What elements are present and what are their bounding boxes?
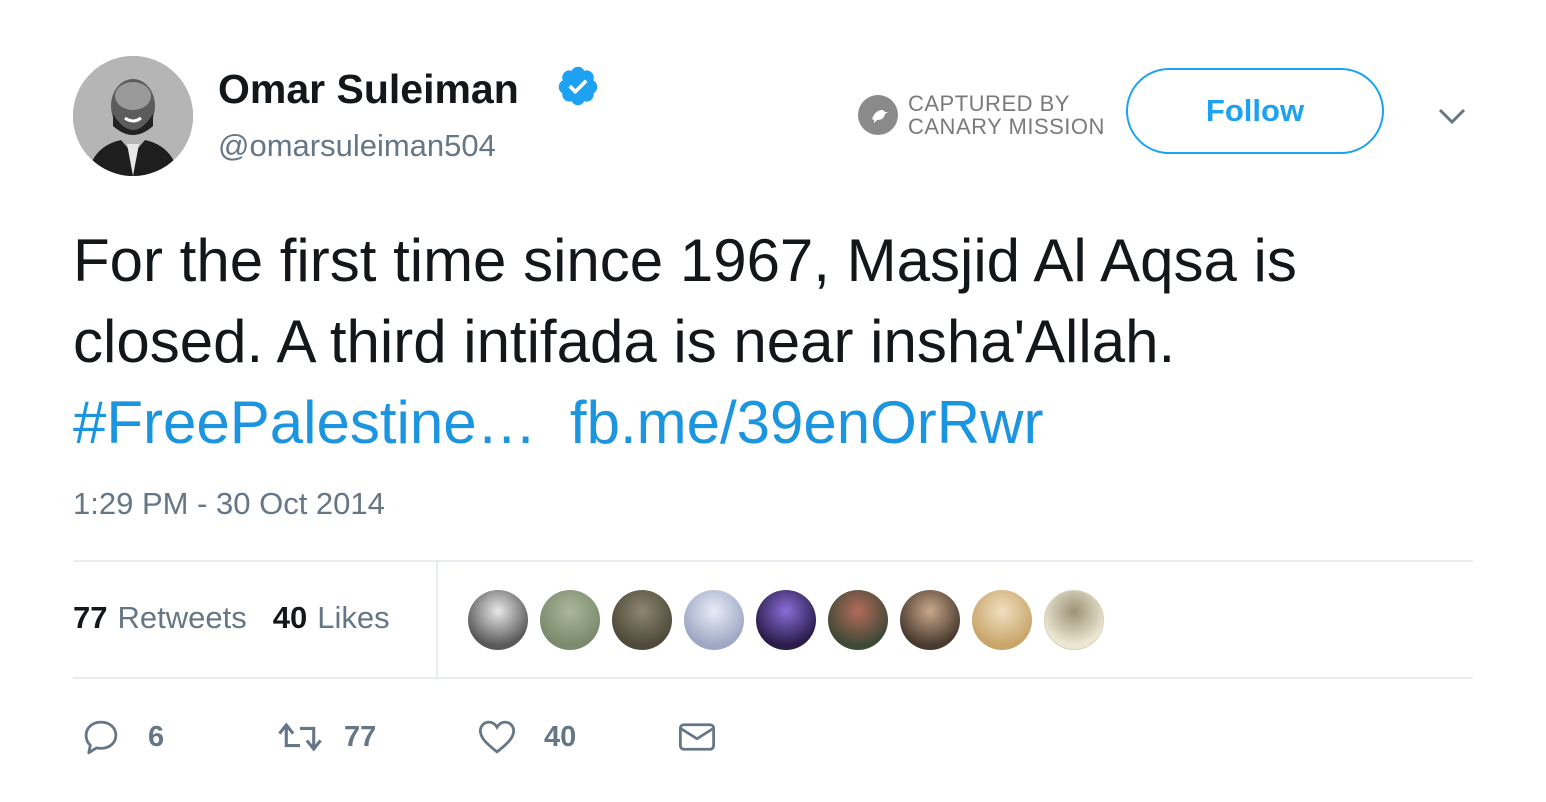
capture-line-2: CANARY MISSION (908, 114, 1105, 139)
tweet-actions: 6 77 40 (80, 716, 718, 758)
tweet-timestamp[interactable]: 1:29 PM - 30 Oct 2014 (73, 486, 385, 522)
reply-count: 6 (148, 720, 165, 753)
divider-top (73, 560, 1473, 562)
liker-avatar[interactable] (612, 590, 672, 650)
liker-avatar[interactable] (684, 590, 744, 650)
like-count: 40 (544, 720, 577, 753)
liker-avatars (468, 590, 1116, 650)
hashtag-link[interactable]: #FreePalestine… (73, 389, 537, 456)
verified-badge-icon (558, 66, 598, 106)
liker-avatar[interactable] (900, 590, 960, 650)
capture-line-1: CAPTURED BY (908, 91, 1070, 116)
tweet-body: For the first time since 1967, Masjid Al… (73, 227, 1297, 375)
liker-avatar[interactable] (540, 590, 600, 650)
retweet-action[interactable]: 77 (276, 716, 476, 758)
retweets-label: Retweets (117, 600, 247, 635)
like-action[interactable]: 40 (476, 716, 676, 758)
external-link[interactable]: fb.me/39enOrRwr (570, 389, 1044, 456)
liker-avatar[interactable] (828, 590, 888, 650)
reply-icon (84, 720, 118, 755)
author-handle[interactable]: @omarsuleiman504 (218, 128, 496, 164)
avatar-image (73, 56, 193, 176)
reply-action[interactable]: 6 (80, 716, 276, 758)
liker-avatar[interactable] (972, 590, 1032, 650)
author-avatar[interactable] (73, 56, 193, 176)
divider-bottom (73, 677, 1473, 679)
liker-avatar[interactable] (756, 590, 816, 650)
heart-icon (478, 720, 516, 754)
liker-avatar[interactable] (1044, 590, 1104, 650)
canary-bird-icon (858, 95, 898, 135)
liker-avatar[interactable] (468, 590, 528, 650)
retweet-count: 77 (344, 720, 377, 753)
retweets-stat[interactable]: 77 Retweets (73, 600, 247, 636)
follow-button[interactable]: Follow (1126, 68, 1384, 154)
likes-count: 40 (272, 600, 308, 635)
direct-message-action[interactable] (676, 716, 718, 758)
tweet-text: For the first time since 1967, Masjid Al… (73, 220, 1493, 463)
capture-watermark: CAPTURED BY CANARY MISSION (858, 92, 1105, 138)
retweet-icon (278, 722, 322, 752)
likes-stat[interactable]: 40 Likes (273, 600, 390, 636)
chevron-down-icon[interactable] (1436, 104, 1468, 128)
tweet-stats: 77 Retweets 40 Likes (73, 600, 416, 636)
author-name[interactable]: Omar Suleiman (218, 66, 519, 113)
retweets-count: 77 (73, 600, 108, 635)
likes-label: Likes (317, 600, 390, 635)
envelope-icon (678, 723, 716, 751)
stats-divider (436, 562, 438, 678)
